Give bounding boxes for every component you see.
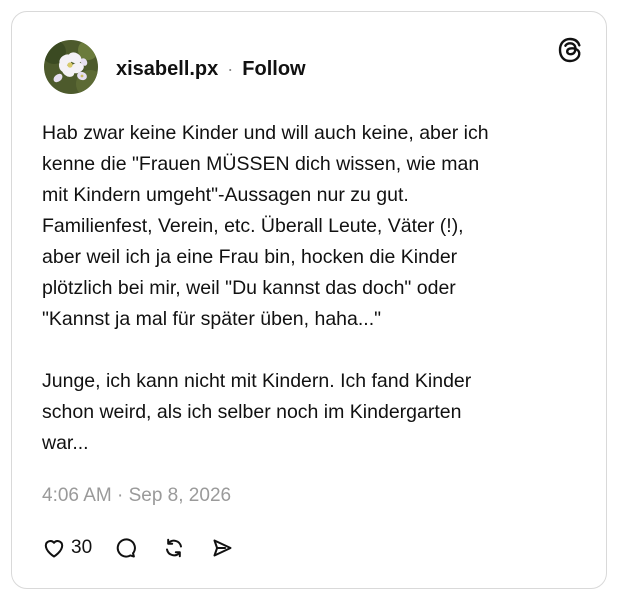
post-timestamp[interactable]: 4:06 AM · Sep 8, 2026 [42, 485, 231, 507]
avatar-flower-image [44, 40, 98, 94]
repost-icon [166, 538, 183, 558]
post-paragraph: Junge, ich kann nicht mit Kindern. Ich f… [42, 370, 472, 454]
like-count: 30 [71, 537, 93, 558]
comment-icon [116, 538, 137, 558]
share-icon [213, 539, 232, 557]
action-bar: 30 [42, 533, 234, 563]
threads-logo-icon[interactable] [556, 36, 584, 64]
repost-button[interactable] [162, 536, 186, 560]
like-button[interactable]: 30 [42, 536, 92, 560]
post-paragraph: Hab zwar keine Kinder und will auch kein… [42, 122, 489, 330]
avatar[interactable] [44, 40, 98, 94]
share-button[interactable] [210, 536, 234, 560]
post-body: Hab zwar keine Kinder und will auch kein… [42, 118, 587, 459]
header-separator: · [227, 58, 234, 79]
post-header: xisabell.px · Follow [116, 56, 306, 82]
username-link[interactable]: xisabell.px [116, 58, 218, 81]
follow-button[interactable]: Follow [242, 58, 305, 81]
heart-icon [44, 540, 64, 558]
comment-button[interactable] [114, 536, 138, 560]
threads-post-card: xisabell.px · Follow Hab zwar keine Kind… [11, 11, 607, 589]
